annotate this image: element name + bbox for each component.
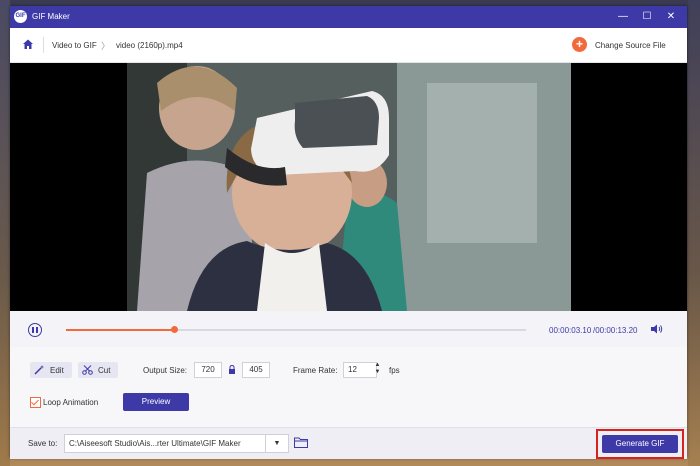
progress-fill [66,329,174,331]
loop-animation-label[interactable]: Loop Animation [43,398,98,407]
save-to-label: Save to: [28,439,58,448]
frame-rate-label: Frame Rate: [293,366,338,375]
plus-icon: + [572,37,587,52]
chevron-right-icon: 〉 [101,41,111,51]
nav-bar: Video to GIF 〉 video (2160p).mp4 + Chang… [10,28,687,63]
generate-gif-button[interactable]: Generate GIF [602,435,678,453]
magic-wand-icon [34,365,44,375]
gif-maker-window: GIF GIF Maker — ☐ ✕ Video to GIF 〉 video… [10,6,687,459]
breadcrumb-file-name: video (2160p).mp4 [116,41,183,50]
dropdown-arrow-icon[interactable]: ▼ [265,435,288,452]
edit-button[interactable]: Edit [30,362,72,378]
preview-button[interactable]: Preview [123,393,189,411]
playback-controls: 00:00:03.10 /00:00:13.20 [10,311,687,348]
cut-button[interactable]: Cut [78,362,118,378]
desktop-background-right [688,0,700,466]
scissors-icon [82,365,93,375]
title-bar: GIF GIF Maker — ☐ ✕ [10,6,687,28]
loop-animation-checkbox[interactable] [30,397,41,408]
total-time: /00:00:13.20 [593,326,638,335]
close-button[interactable]: ✕ [662,8,680,26]
gif-options-panel: Edit Cut Output Size: 720 405 Frame Rate… [10,347,687,427]
volume-icon[interactable] [651,324,663,334]
frame-rate-stepper[interactable]: ▲ ▼ [373,362,382,378]
save-path-select[interactable]: C:\Aiseesoft Studio\Ais...rter Ultimate\… [64,434,289,453]
output-width-input[interactable]: 720 [194,362,222,378]
video-frame [127,63,571,311]
maximize-button[interactable]: ☐ [638,8,656,26]
cut-label: Cut [98,366,111,375]
app-logo-icon: GIF [14,10,27,23]
video-frame-image [127,63,571,311]
save-path-value: C:\Aiseesoft Studio\Ais...rter Ultimate\… [69,439,241,448]
lock-icon[interactable] [228,365,236,374]
video-preview-area [10,63,687,311]
minimize-button[interactable]: — [614,8,632,26]
current-time: 00:00:03.10 [549,326,592,335]
chevron-down-icon[interactable]: ▼ [373,369,382,376]
generate-gif-highlight: Generate GIF [596,429,684,459]
home-icon[interactable] [22,38,34,50]
output-height-input[interactable]: 405 [242,362,270,378]
desktop-background-left [0,0,10,466]
progress-slider[interactable] [66,326,526,333]
fps-label: fps [389,366,400,375]
progress-handle[interactable] [171,326,178,333]
open-folder-icon[interactable] [294,437,308,448]
change-source-file-label: Change Source File [595,41,666,50]
pause-button[interactable] [28,323,42,337]
edit-label: Edit [50,366,64,375]
chevron-up-icon[interactable]: ▲ [373,362,382,369]
window-title: GIF Maker [32,12,70,21]
save-bar: Save to: C:\Aiseesoft Studio\Ais...rter … [10,427,687,459]
breadcrumb-video-to-gif[interactable]: Video to GIF [52,41,97,50]
frame-rate-input[interactable]: 12 [343,362,377,378]
nav-divider [43,37,44,53]
output-size-label: Output Size: [143,366,188,375]
